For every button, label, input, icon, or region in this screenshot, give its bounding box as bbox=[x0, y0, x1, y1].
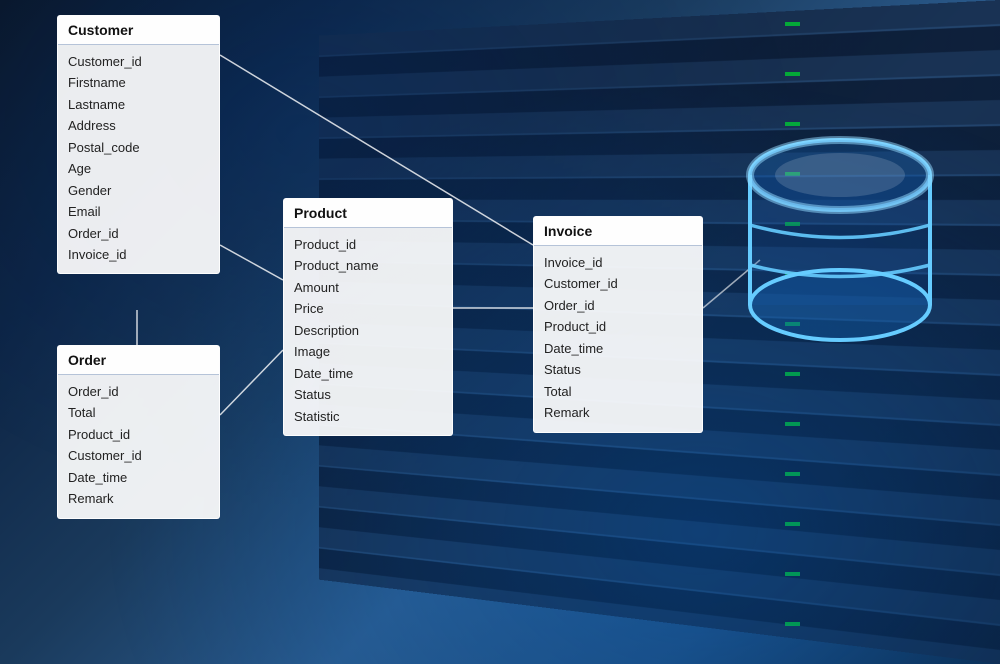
diagram-container: Customer Customer_id Firstname Lastname … bbox=[0, 0, 1000, 664]
field-date-time: Date_time bbox=[68, 467, 209, 488]
order-table: Order Order_id Total Product_id Customer… bbox=[57, 345, 220, 519]
order-table-header: Order bbox=[58, 346, 219, 375]
field-postal-code: Postal_code bbox=[68, 137, 209, 158]
field-invoice-id: Invoice_id bbox=[68, 244, 209, 265]
field-product-id: Product_id bbox=[294, 234, 442, 255]
product-table: Product Product_id Product_name Amount P… bbox=[283, 198, 453, 436]
field-amount: Amount bbox=[294, 277, 442, 298]
invoice-table-body: Invoice_id Customer_id Order_id Product_… bbox=[534, 246, 702, 432]
customer-table-header: Customer bbox=[58, 16, 219, 45]
field-customer-id: Customer_id bbox=[544, 273, 692, 294]
field-total: Total bbox=[544, 381, 692, 402]
field-status: Status bbox=[294, 384, 442, 405]
field-description: Description bbox=[294, 320, 442, 341]
field-date-time: Date_time bbox=[294, 363, 442, 384]
field-order-id: Order_id bbox=[544, 295, 692, 316]
field-gender: Gender bbox=[68, 180, 209, 201]
field-image: Image bbox=[294, 341, 442, 362]
field-customer-id: Customer_id bbox=[68, 51, 209, 72]
customer-table: Customer Customer_id Firstname Lastname … bbox=[57, 15, 220, 274]
field-invoice-id: Invoice_id bbox=[544, 252, 692, 273]
field-order-id: Order_id bbox=[68, 381, 209, 402]
customer-table-body: Customer_id Firstname Lastname Address P… bbox=[58, 45, 219, 273]
order-table-body: Order_id Total Product_id Customer_id Da… bbox=[58, 375, 219, 518]
field-product-name: Product_name bbox=[294, 255, 442, 276]
field-address: Address bbox=[68, 115, 209, 136]
field-firstname: Firstname bbox=[68, 72, 209, 93]
field-total: Total bbox=[68, 402, 209, 423]
invoice-table: Invoice Invoice_id Customer_id Order_id … bbox=[533, 216, 703, 433]
field-product-id: Product_id bbox=[544, 316, 692, 337]
field-order-id: Order_id bbox=[68, 223, 209, 244]
field-lastname: Lastname bbox=[68, 94, 209, 115]
field-statistic: Statistic bbox=[294, 406, 442, 427]
field-customer-id: Customer_id bbox=[68, 445, 209, 466]
database-icon bbox=[740, 130, 940, 350]
field-product-id: Product_id bbox=[68, 424, 209, 445]
field-date-time: Date_time bbox=[544, 338, 692, 359]
field-age: Age bbox=[68, 158, 209, 179]
product-table-body: Product_id Product_name Amount Price Des… bbox=[284, 228, 452, 435]
field-email: Email bbox=[68, 201, 209, 222]
field-status: Status bbox=[544, 359, 692, 380]
field-price: Price bbox=[294, 298, 442, 319]
field-remark: Remark bbox=[544, 402, 692, 423]
product-table-header: Product bbox=[284, 199, 452, 228]
field-remark: Remark bbox=[68, 488, 209, 509]
invoice-table-header: Invoice bbox=[534, 217, 702, 246]
